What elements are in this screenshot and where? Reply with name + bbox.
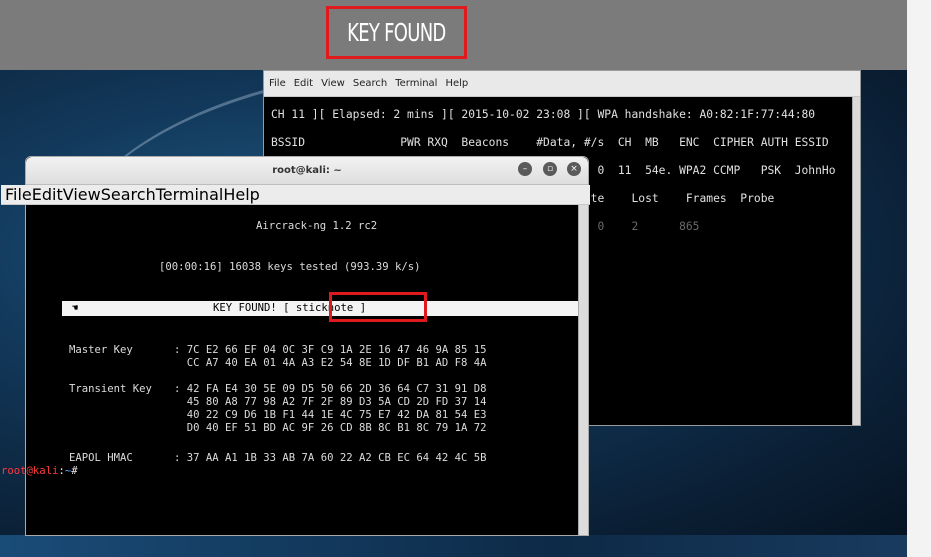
front-terminal-output: Aircrack-ng 1.2 rc2 [00:00:16] 16038 key… (1, 205, 580, 537)
front-terminal-window[interactable]: root@kali: ~ – ▫ × File Edit View Search… (1, 156, 590, 537)
key-found-bar: ☚ KEY FOUND! [ sticknote ] (62, 292, 579, 322)
menu-file[interactable]: File (269, 78, 286, 89)
keys-tested-progress: [00:00:16] 16038 keys tested (993.39 k/s… (159, 261, 421, 273)
wallpaper-bottom-band (0, 535, 931, 557)
transient-key-line-2: 45 80 A8 77 98 A2 7F 2F 89 D3 5A CD 2D F… (174, 396, 487, 408)
shell-prompt[interactable]: root@kali:~# (1, 465, 78, 477)
menu-terminal[interactable]: Terminal (395, 78, 437, 89)
maximize-icon[interactable]: ▫ (543, 162, 557, 176)
minimize-icon[interactable]: – (518, 162, 532, 176)
transient-key-line-3: 40 22 C9 D6 1B F1 44 1E 4C 75 E7 42 DA 8… (174, 409, 487, 421)
menu-file[interactable]: File (5, 185, 32, 204)
front-terminal-titlebar[interactable]: root@kali: ~ – ▫ × (26, 157, 588, 185)
menu-view[interactable]: View (63, 185, 101, 204)
master-key-line-1: : 7C E2 66 EF 04 0C 3F C9 1A 2E 16 47 46… (174, 344, 487, 356)
prompt-symbol: # (71, 465, 78, 477)
eapol-hmac-value: : 37 AA A1 1B 33 AB 7A 60 22 A2 CB EC 64… (174, 452, 487, 464)
menu-help[interactable]: Help (445, 78, 468, 89)
right-edge-strip (907, 0, 931, 557)
transient-key-line-4: D0 40 EF 51 BD AC 9F 26 CD 8B 8C B1 8C 7… (174, 422, 487, 434)
front-terminal-menubar: File Edit View Search Terminal Help (1, 185, 590, 205)
menu-help[interactable]: Help (223, 185, 259, 204)
back-terminal-scrollbar[interactable] (852, 97, 860, 425)
back-terminal-menubar: File Edit View Search Terminal Help (264, 71, 860, 97)
menu-edit[interactable]: Edit (32, 185, 63, 204)
key-highlight-box (329, 292, 427, 322)
menu-view[interactable]: View (321, 78, 345, 89)
airodump-ap-header: BSSID PWR RXQ Beacons #Data, #/s CH MB E… (271, 136, 829, 149)
airodump-status-line: CH 11 ][ Elapsed: 2 mins ][ 2015-10-02 2… (271, 108, 816, 121)
master-key-line-2: CC A7 40 EA 01 4A A3 E2 54 8E 1D DF B1 A… (174, 357, 487, 369)
front-terminal-scrollbar[interactable] (578, 205, 588, 535)
transient-key-label: Transient Key (69, 383, 152, 395)
banner-title: KEY FOUND (347, 18, 446, 47)
menu-edit[interactable]: Edit (294, 78, 313, 89)
banner-highlight-box: KEY FOUND (326, 6, 467, 59)
hand-cursor-icon: ☚ (72, 303, 79, 314)
menu-search[interactable]: Search (353, 78, 387, 89)
prompt-user: root@kali (1, 465, 59, 477)
top-banner: KEY FOUND (0, 0, 907, 70)
menu-search[interactable]: Search (101, 185, 156, 204)
aircrack-header: Aircrack-ng 1.2 rc2 (256, 220, 378, 232)
close-icon[interactable]: × (567, 162, 581, 176)
window-title: root@kali: ~ (272, 165, 342, 176)
eapol-hmac-label: EAPOL HMAC (69, 452, 133, 464)
transient-key-line-1: : 42 FA E4 30 5E 09 D5 50 66 2D 36 64 C7… (174, 383, 487, 395)
menu-terminal[interactable]: Terminal (156, 185, 224, 204)
master-key-label: Master Key (69, 344, 133, 356)
